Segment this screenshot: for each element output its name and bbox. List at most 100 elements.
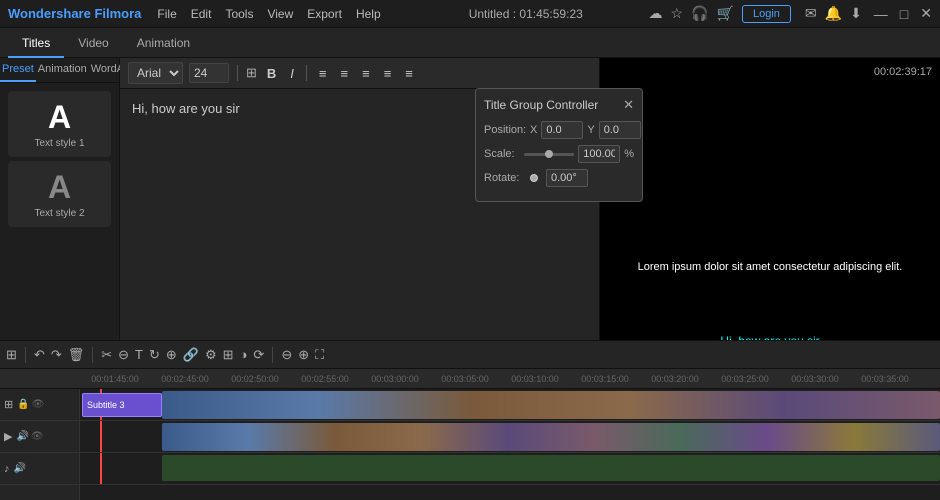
menu-file[interactable]: File <box>157 7 176 21</box>
topbar: Wondershare Filmora File Edit Tools View… <box>0 0 940 28</box>
font-size-input[interactable] <box>189 63 229 83</box>
subtab-animation[interactable]: Animation <box>36 58 89 82</box>
maximize-button[interactable]: □ <box>900 6 908 22</box>
tl-text-icon[interactable]: T <box>135 347 143 362</box>
video-clips-row[interactable] <box>162 391 940 419</box>
tl-split-icon[interactable]: ⊕ <box>166 347 177 363</box>
align-center-button[interactable]: ≡ <box>337 64 353 83</box>
style-card-2[interactable]: A Text style 2 <box>8 161 111 227</box>
timeline-ruler: 00:01:45:00 00:02:45:00 00:02:50:00 00:0… <box>0 369 940 389</box>
ruler-5: 00:03:05:00 <box>430 374 500 384</box>
tgc-scale-slider[interactable] <box>524 153 574 156</box>
video-clip-main[interactable] <box>162 423 940 451</box>
track-1-controls: 🔒 👁 <box>17 399 44 410</box>
track-labels: ⊞ 🔒 👁 ▶ 🔊 👁 ♪ 🔊 <box>0 389 80 500</box>
tgc-rotate-input[interactable] <box>546 169 588 187</box>
tl-zoom-out-icon[interactable]: ⊖ <box>281 347 292 363</box>
tl-delete-icon[interactable]: 🗑 <box>68 347 85 363</box>
cloud-icon[interactable]: ☁ <box>649 5 663 22</box>
tl-undo-icon[interactable]: ↶ <box>34 347 45 363</box>
timeline-tracks: ⊞ 🔒 👁 ▶ 🔊 👁 ♪ 🔊 <box>0 389 940 500</box>
close-button[interactable]: ✕ <box>920 5 932 22</box>
main-tabbar: Titles Video Animation <box>0 28 940 58</box>
tl-zoom-in-icon[interactable]: ⊕ <box>298 347 309 363</box>
tl-redo-icon[interactable]: ↷ <box>51 347 62 363</box>
project-title: Untitled : 01:45:59:23 <box>403 7 649 21</box>
tgc-y-label: Y <box>587 124 594 136</box>
tl-color-icon[interactable]: ◑ <box>240 347 248 362</box>
ruler-0: 00:01:45:00 <box>80 374 150 384</box>
track-1-eye[interactable]: 👁 <box>32 399 45 410</box>
login-button[interactable]: Login <box>742 5 791 23</box>
tab-video[interactable]: Video <box>64 28 122 58</box>
align-left-button[interactable]: ≡ <box>315 64 331 83</box>
tgc-rotate-dot[interactable] <box>530 174 538 182</box>
align-right-button[interactable]: ≡ <box>358 64 374 83</box>
text-toolbar: Arial ⊞ B I ≡ ≡ ≡ ≡ ≡ <box>120 58 599 89</box>
tgc-scale-slider-container: % <box>524 145 634 163</box>
tgc-scale-input[interactable] <box>578 145 620 163</box>
tl-sep-3 <box>272 347 273 363</box>
tgc-x-input[interactable] <box>541 121 583 139</box>
cart-icon[interactable]: 🛒 <box>717 5 734 22</box>
tl-sep-2 <box>92 347 93 363</box>
tl-adjust-icon[interactable]: ⚙ <box>205 347 217 363</box>
star-icon[interactable]: ☆ <box>671 5 684 22</box>
style-card-1[interactable]: A Text style 1 <box>8 91 111 157</box>
tab-animation[interactable]: Animation <box>123 28 204 58</box>
tab-titles[interactable]: Titles <box>8 28 64 58</box>
bold-button[interactable]: B <box>263 64 280 83</box>
menu-view[interactable]: View <box>267 7 293 21</box>
tgc-popup: Title Group Controller ✕ Position: X Y S… <box>475 88 643 202</box>
ruler-1: 00:02:45:00 <box>150 374 220 384</box>
tl-link-icon[interactable]: 🔗 <box>183 347 199 363</box>
track-3-vol[interactable]: 🔊 <box>14 463 26 474</box>
italic-button[interactable]: I <box>286 64 298 83</box>
audio-track <box>80 453 940 485</box>
playhead-marker-2 <box>100 421 102 452</box>
menu-tools[interactable]: Tools <box>225 7 253 21</box>
menu-edit[interactable]: Edit <box>191 7 212 21</box>
tgc-rotate-row: Rotate: <box>484 169 634 187</box>
menu-bar: File Edit Tools View Export Help <box>157 7 403 21</box>
tl-cut-icon[interactable]: ✂ <box>101 347 112 363</box>
more-options-button[interactable]: ≡ <box>401 64 417 83</box>
ruler-7: 00:03:15:00 <box>570 374 640 384</box>
tl-fit-icon[interactable]: ⛶ <box>315 347 324 363</box>
ruler-9: 00:03:25:00 <box>710 374 780 384</box>
style-label-2: Text style 2 <box>16 208 103 219</box>
window-controls: ☁ ☆ 🎧 🛒 Login ✉ 🔔 ⬇ — □ ✕ <box>649 5 932 23</box>
timeline-toolbar: ⊞ ↶ ↷ 🗑 ✂ ⊖ T ↻ ⊕ 🔗 ⚙ ⊞ ◑ ⟳ ⊖ ⊕ ⛶ <box>0 341 940 369</box>
style-list: A Text style 1 A Text style 2 <box>0 83 119 235</box>
tl-pointer-icon[interactable]: ⊖ <box>118 347 129 363</box>
menu-export[interactable]: Export <box>307 7 342 21</box>
menu-help[interactable]: Help <box>356 7 381 21</box>
notification-icon[interactable]: 🔔 <box>825 5 842 22</box>
audio-clip[interactable] <box>162 455 940 481</box>
track-1-lock[interactable]: 🔒 <box>17 399 29 410</box>
tgc-scale-row: Scale: % <box>484 145 634 163</box>
track-2-vol[interactable]: 🔊 <box>16 431 28 442</box>
ruler-11: 00:03:35:00 <box>850 374 920 384</box>
download-icon[interactable]: ⬇ <box>850 5 862 22</box>
tgc-y-input[interactable] <box>599 121 641 139</box>
tl-rotate-icon[interactable]: ↻ <box>149 347 160 363</box>
headphone-icon[interactable]: 🎧 <box>691 5 708 22</box>
ruler-6: 00:03:10:00 <box>500 374 570 384</box>
tl-grid-icon[interactable]: ⊞ <box>6 347 17 363</box>
track-label-1: ⊞ 🔒 👁 <box>0 389 79 421</box>
tl-speed-icon[interactable]: ⟳ <box>253 347 264 363</box>
track-2-eye[interactable]: 👁 <box>31 431 44 442</box>
editor-text: Hi, how are you sir <box>132 101 240 116</box>
tgc-scale-label: Scale: <box>484 148 520 160</box>
align-justify-button[interactable]: ≡ <box>380 64 396 83</box>
tgc-close-button[interactable]: ✕ <box>623 97 634 113</box>
email-icon[interactable]: ✉ <box>805 5 817 22</box>
subtitle-track: ✂ Subtitle 3 <box>80 389 940 421</box>
preview-lorem-text: Lorem ipsum dolor sit amet consectetur a… <box>617 261 923 273</box>
font-select[interactable]: Arial <box>128 62 183 84</box>
minimize-button[interactable]: — <box>874 6 888 22</box>
subtitle-clip[interactable]: Subtitle 3 <box>82 393 162 417</box>
tl-trim-icon[interactable]: ⊞ <box>223 347 234 363</box>
subtab-preset[interactable]: Preset <box>0 58 36 82</box>
